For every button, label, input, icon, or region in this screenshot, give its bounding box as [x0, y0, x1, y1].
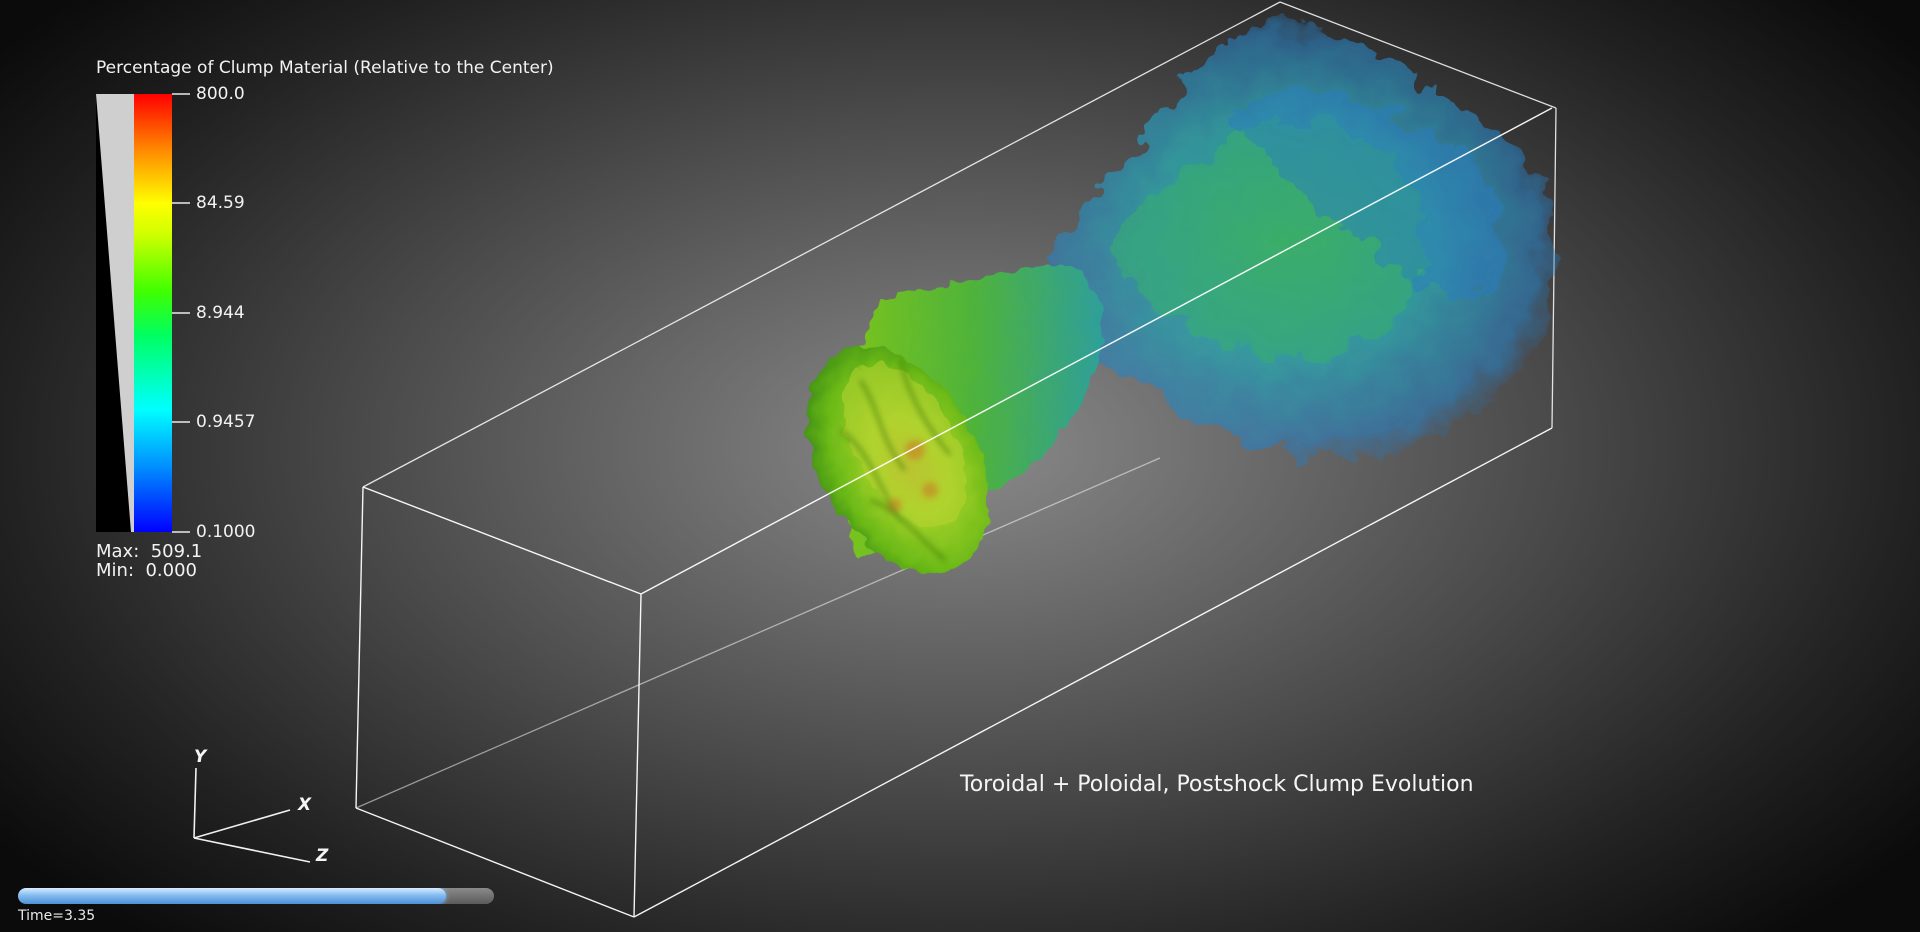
time-slider[interactable]: [18, 888, 494, 904]
x-axis-line: [193, 809, 291, 839]
legend-title: Percentage of Clump Material (Relative t…: [96, 58, 554, 78]
legend-tick-label: 800.0: [196, 84, 245, 104]
legend-tick-label: 8.944: [196, 303, 245, 323]
visualization-viewport[interactable]: Percentage of Clump Material (Relative t…: [0, 0, 1920, 932]
legend-min: Min: 0.000: [96, 560, 197, 581]
time-label: Time=3.35: [18, 908, 96, 924]
colormap-gradient: [134, 94, 172, 532]
scene-caption: Toroidal + Poloidal, Postshock Clump Evo…: [960, 772, 1474, 797]
z-axis-line: [193, 837, 311, 863]
legend-tick-label: 0.1000: [196, 522, 256, 542]
y-axis-label: Y: [194, 747, 207, 767]
legend-max: Max: 509.1: [96, 541, 203, 562]
z-axis-label: Z: [316, 846, 329, 866]
colorbar: [96, 93, 190, 533]
clump-tail: [1027, 20, 1555, 459]
legend-tick-label: 84.59: [196, 193, 245, 213]
y-axis-line: [193, 767, 197, 839]
legend-tick-label: 0.9457: [196, 412, 256, 432]
axes-triad: [193, 767, 311, 863]
time-slider-fill: [18, 888, 447, 904]
x-axis-label: X: [298, 795, 312, 815]
